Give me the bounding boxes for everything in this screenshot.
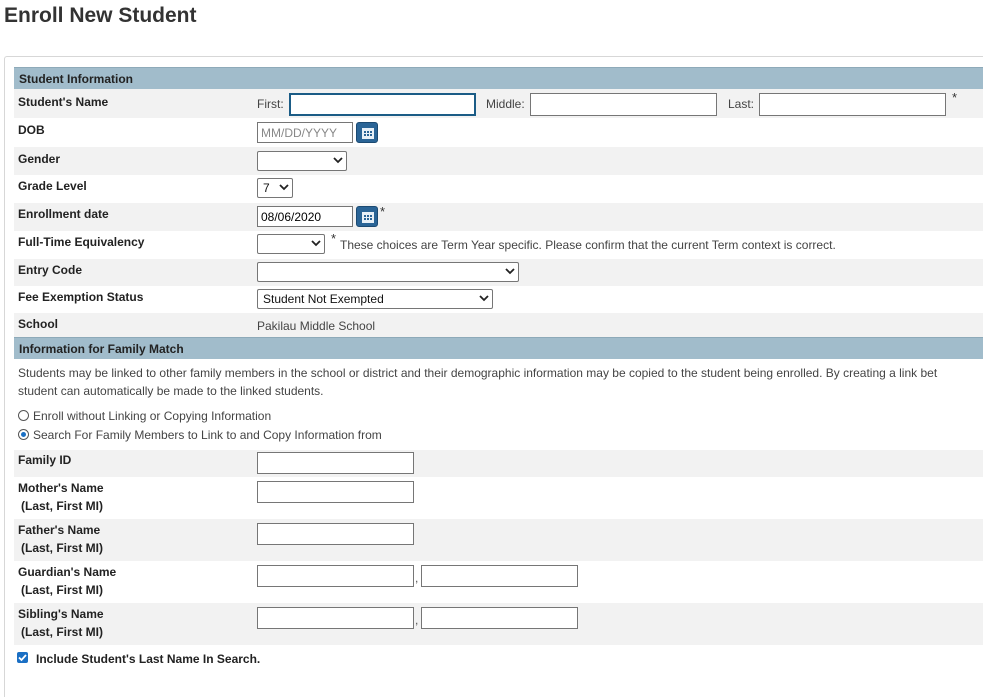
row-family-description: Students may be linked to other family m…: [14, 359, 983, 403]
radio-enroll-without-linking[interactable]: [18, 410, 29, 421]
first-name-input[interactable]: [289, 93, 476, 116]
father-name-format: (Last, First MI): [21, 541, 104, 555]
required-indicator: *: [331, 231, 337, 246]
school-label: School: [18, 317, 59, 331]
include-last-name-label[interactable]: Include Student's Last Name In Search.: [36, 650, 260, 668]
guardian-name-format: (Last, First MI): [21, 583, 104, 597]
comma-separator: ,: [415, 613, 419, 627]
sibling-name-label: Sibling's Name: [18, 607, 104, 621]
first-name-label: First:: [257, 97, 284, 111]
grade-level-value: 7: [263, 181, 270, 195]
father-name-input[interactable]: [257, 523, 414, 545]
row-father-name: Father's Name (Last, First MI): [14, 519, 983, 561]
enrollment-date-label: Enrollment date: [18, 207, 109, 221]
family-description: Students may be linked to other family m…: [18, 366, 938, 380]
family-id-input[interactable]: [257, 452, 414, 474]
row-guardian-name: Guardian's Name (Last, First MI) ,: [14, 561, 983, 603]
row-sibling-name: Sibling's Name (Last, First MI) ,: [14, 603, 983, 645]
sibling-name-format: (Last, First MI): [21, 625, 104, 639]
gender-select[interactable]: [257, 151, 347, 171]
middle-name-label: Middle:: [486, 97, 525, 111]
page-title: Enroll New Student: [4, 4, 197, 27]
middle-name-input[interactable]: [530, 93, 717, 116]
section-header-family-match: Information for Family Match: [14, 337, 983, 359]
row-enrollment-date: Enrollment date *: [14, 203, 983, 231]
fte-label: Full-Time Equivalency: [18, 235, 145, 249]
include-last-name-checkbox[interactable]: [17, 652, 28, 663]
father-name-label: Father's Name: [18, 523, 101, 537]
checkmark-icon: [18, 654, 27, 662]
row-mother-name: Mother's Name (Last, First MI): [14, 477, 983, 519]
enrollment-date-input[interactable]: [257, 206, 353, 227]
family-description-line2: student can automatically be made to the…: [18, 384, 324, 398]
required-indicator: *: [952, 90, 958, 105]
fee-exemption-value: Student Not Exempted: [263, 292, 384, 306]
dob-input[interactable]: [257, 122, 353, 143]
fee-exemption-label: Fee Exemption Status: [18, 290, 144, 304]
dob-calendar-icon[interactable]: [356, 122, 378, 143]
guardian-name-label: Guardian's Name: [18, 565, 117, 579]
grade-level-label: Grade Level: [18, 179, 87, 193]
mother-name-input[interactable]: [257, 481, 414, 503]
search-family-members-label[interactable]: Search For Family Members to Link to and…: [33, 427, 382, 443]
row-fte: Full-Time Equivalency * These choices ar…: [14, 231, 983, 259]
row-gender: Gender: [14, 147, 983, 175]
family-id-label: Family ID: [18, 453, 72, 467]
row-fee-exemption: Fee Exemption Status Student Not Exempte…: [14, 286, 983, 313]
fee-exemption-select[interactable]: Student Not Exempted: [257, 289, 493, 309]
school-value: Pakilau Middle School: [257, 319, 376, 333]
sibling-last-name-input[interactable]: [257, 607, 414, 629]
entry-code-select[interactable]: [257, 262, 519, 282]
comma-separator: ,: [415, 571, 419, 585]
section-header-student-information: Student Information: [14, 67, 983, 89]
sibling-first-name-input[interactable]: [421, 607, 578, 629]
gender-label: Gender: [18, 152, 61, 166]
enrollment-calendar-icon[interactable]: [356, 206, 378, 227]
dob-label: DOB: [18, 123, 45, 137]
last-name-input[interactable]: [759, 93, 946, 116]
student-name-label: Student's Name: [18, 95, 109, 109]
row-dob: DOB: [14, 118, 983, 147]
enroll-without-linking-label[interactable]: Enroll without Linking or Copying Inform…: [33, 408, 271, 424]
row-family-id: Family ID: [14, 450, 983, 477]
mother-name-format: (Last, First MI): [21, 499, 104, 513]
last-name-label: Last:: [728, 97, 755, 111]
row-student-name: Student's Name First: Middle: Last: *: [14, 89, 983, 118]
row-grade-level: Grade Level 7: [14, 175, 983, 203]
radio-search-family-members[interactable]: [18, 429, 29, 440]
required-indicator: *: [380, 204, 386, 219]
entry-code-label: Entry Code: [18, 263, 83, 277]
grade-level-select[interactable]: 7: [257, 178, 293, 198]
fte-select[interactable]: [257, 234, 325, 254]
guardian-last-name-input[interactable]: [257, 565, 414, 587]
row-school: School Pakilau Middle School: [14, 313, 983, 337]
fte-note: These choices are Term Year specific. Pl…: [340, 238, 836, 252]
row-entry-code: Entry Code: [14, 259, 983, 286]
guardian-first-name-input[interactable]: [421, 565, 578, 587]
mother-name-label: Mother's Name: [18, 481, 104, 495]
